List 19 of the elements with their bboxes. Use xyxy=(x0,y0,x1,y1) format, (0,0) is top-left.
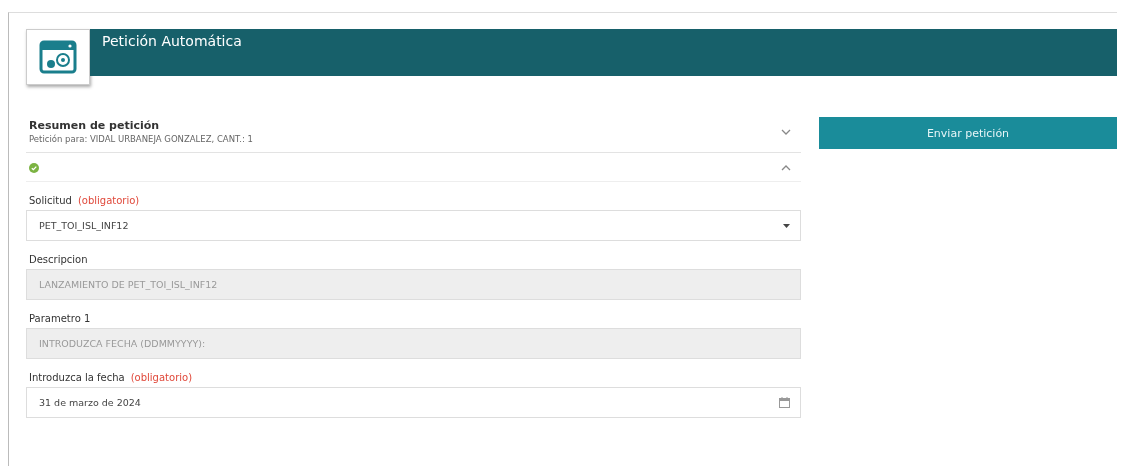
app-icon xyxy=(26,29,90,85)
chevron-down-icon[interactable] xyxy=(781,128,791,135)
page-title: Petición Automática xyxy=(102,33,243,49)
required-note: (obligatorio) xyxy=(77,195,140,206)
summary-subtitle: Petición para: VIDAL URBANEJA GONZALEZ, CANT.: 1 xyxy=(29,134,253,144)
submit-button[interactable]: Enviar petición xyxy=(819,117,1117,149)
field-label: Parametro 1 xyxy=(29,313,91,324)
required-note: (obligatorio) xyxy=(130,372,193,383)
summary-title: Resumen de petición xyxy=(29,119,161,132)
readonly-field: LANZAMIENTO DE PET_TOI_ISL_INF12 xyxy=(26,269,801,300)
date-field[interactable]: 31 de marzo de 2024 xyxy=(26,387,801,418)
field-label: Descripcion xyxy=(29,254,88,265)
field-label: Solicitud xyxy=(29,195,72,206)
readonly-field: INTRODUZCA FECHA (DDMMYYYY): xyxy=(26,328,801,359)
dropdown-caret-icon xyxy=(783,223,790,228)
calendar-icon[interactable] xyxy=(779,397,790,408)
field-label: Introduzca la fecha xyxy=(29,372,125,383)
chevron-up-icon[interactable] xyxy=(781,165,791,171)
select-field[interactable]: PET_TOI_ISL_INF12 xyxy=(26,210,801,241)
